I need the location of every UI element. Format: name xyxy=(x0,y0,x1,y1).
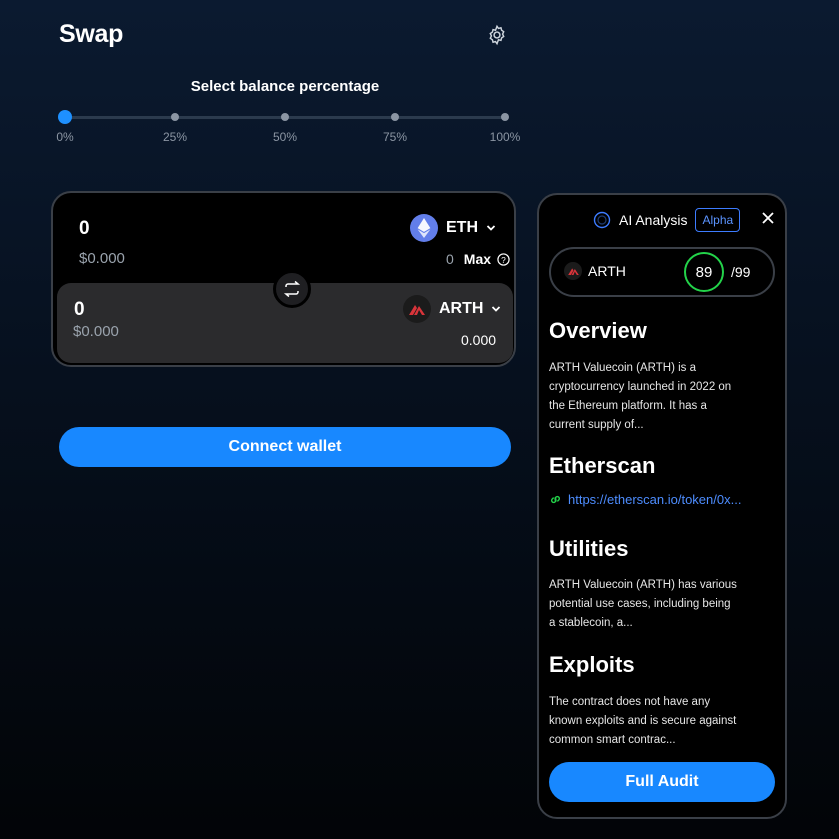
score-max: /99 xyxy=(731,264,751,280)
utilities-heading: Utilities xyxy=(549,536,629,561)
eth-icon xyxy=(410,214,438,242)
score-token-label: ARTH xyxy=(588,263,626,279)
close-icon[interactable] xyxy=(760,210,776,226)
alpha-badge: Alpha xyxy=(695,208,741,232)
exploits-text: The contract does not have any known exp… xyxy=(549,696,737,746)
etherscan-link[interactable]: https://etherscan.io/token/0x... xyxy=(549,492,779,507)
from-token-selector[interactable]: ETH xyxy=(410,214,496,242)
slider-tick-25[interactable] xyxy=(171,113,179,121)
to-amount-input[interactable]: 0 xyxy=(74,299,85,321)
ai-analysis-header: AI Analysis Alpha xyxy=(593,208,741,232)
to-token-label: ARTH xyxy=(439,300,484,317)
svg-text:?: ? xyxy=(501,254,506,264)
etherscan-url: https://etherscan.io/token/0x... xyxy=(568,492,742,507)
chevron-down-icon xyxy=(492,306,501,312)
gear-icon[interactable] xyxy=(486,24,508,46)
page-title: Swap xyxy=(59,20,124,48)
score-value: 89 xyxy=(695,263,713,281)
connect-wallet-button[interactable]: Connect wallet xyxy=(59,427,511,467)
swap-arrows-icon xyxy=(283,280,301,298)
slider-handle[interactable] xyxy=(58,110,72,124)
from-usd-value: $0.000 xyxy=(79,250,125,267)
slider-label-25: 25% xyxy=(162,130,188,144)
arth-icon xyxy=(403,295,431,323)
slider-label-75: 75% xyxy=(382,130,408,144)
slider-tick-50[interactable] xyxy=(281,113,289,121)
from-amount-input[interactable]: 0 xyxy=(79,218,90,240)
to-token-selector[interactable]: ARTH xyxy=(403,295,501,323)
help-icon[interactable]: ? xyxy=(497,252,510,266)
chevron-down-icon xyxy=(486,225,496,231)
slider-title: Select balance percentage xyxy=(190,78,380,95)
max-button[interactable]: Max xyxy=(464,251,491,267)
arth-icon xyxy=(564,262,582,280)
slider-tick-100[interactable] xyxy=(501,113,509,121)
utilities-text: ARTH Valuecoin (ARTH) has various potent… xyxy=(549,579,737,629)
to-usd-value: $0.000 xyxy=(73,323,119,340)
slider-label-0: 0% xyxy=(56,130,74,144)
to-balance: 0.000 xyxy=(461,332,497,348)
from-balance-row: 0 Max ? xyxy=(446,251,510,267)
slider-label-50: 50% xyxy=(272,130,298,144)
link-icon xyxy=(551,495,560,504)
from-balance: 0 xyxy=(446,251,454,267)
slider-label-100: 100% xyxy=(489,130,521,144)
full-audit-button[interactable]: Full Audit xyxy=(549,762,775,802)
slider-tick-75[interactable] xyxy=(391,113,399,121)
overview-text: ARTH Valuecoin (ARTH) is a cryptocurrenc… xyxy=(549,362,732,431)
exploits-heading: Exploits xyxy=(549,652,635,677)
from-token-label: ETH xyxy=(446,219,478,236)
swap-direction-button[interactable] xyxy=(273,270,311,308)
ai-logo-icon xyxy=(593,211,611,229)
score-token: ARTH xyxy=(564,262,626,280)
overview-heading: Overview xyxy=(549,318,647,343)
score-ring: 89 xyxy=(684,252,724,292)
etherscan-heading: Etherscan xyxy=(549,453,656,478)
ai-analysis-title: AI Analysis xyxy=(619,212,688,228)
